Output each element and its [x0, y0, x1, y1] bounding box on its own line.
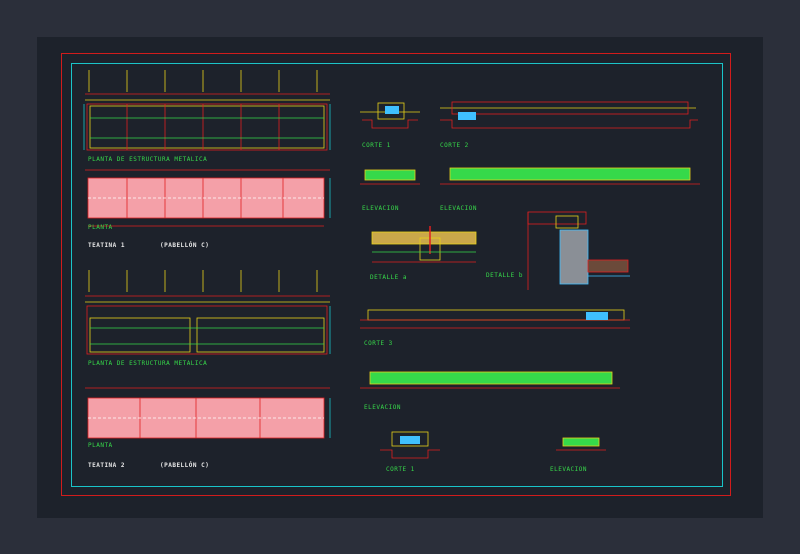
label-plan-2: PLANTA: [88, 442, 113, 449]
label-structure-plan-1: PLANTA DE ESTRUCTURA METALICA: [88, 156, 208, 163]
elevation-b: [440, 167, 700, 185]
roof-plan-1: [85, 169, 331, 227]
pavilion-2: (PABELLÓN C): [160, 462, 210, 469]
label-corte-1-top: CORTE 1: [362, 142, 391, 149]
label-elevacion-d: ELEVACION: [550, 466, 588, 473]
label-detalle-a: DETALLE a: [370, 274, 408, 281]
label-detalle-b: DETALLE b: [486, 272, 524, 279]
elevation-d: [556, 437, 606, 451]
label-elevacion-a: ELEVACION: [362, 205, 400, 212]
section-corte-1-bottom: [380, 431, 440, 459]
section-corte-1-top: [360, 102, 420, 129]
structure-plan-2: [85, 270, 331, 355]
title-teatina-1: TEATINA 1: [88, 242, 126, 249]
pavilion-1: (PABELLÓN C): [160, 242, 210, 249]
section-corte-2-top: [440, 101, 698, 129]
label-corte-2-top: CORTE 2: [440, 142, 469, 149]
title-teatina-2: TEATINA 2: [88, 462, 126, 469]
detail-b: [527, 211, 630, 290]
elevation-a: [360, 169, 420, 185]
label-corte-1-bottom: CORTE 1: [386, 466, 415, 473]
label-structure-plan-2: PLANTA DE ESTRUCTURA METALICA: [88, 360, 208, 367]
label-elevacion-c: ELEVACION: [364, 404, 402, 411]
section-corte-3: [360, 309, 630, 329]
roof-plan-2: [85, 387, 331, 439]
detail-a: [371, 226, 477, 263]
elevation-c: [360, 371, 620, 389]
structure-plan-1: [83, 70, 331, 151]
label-elevacion-b: ELEVACION: [440, 205, 478, 212]
label-plan-1: PLANTA: [88, 224, 113, 231]
label-corte-3: CORTE 3: [364, 340, 393, 347]
